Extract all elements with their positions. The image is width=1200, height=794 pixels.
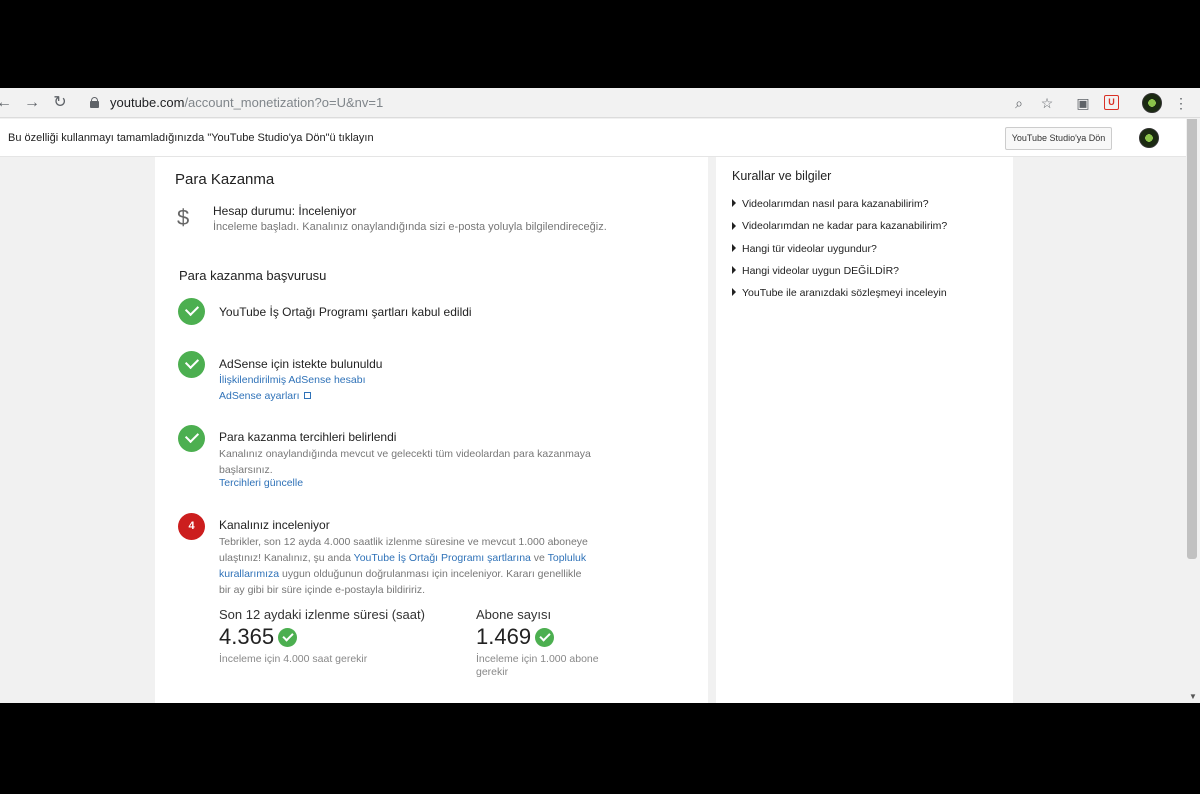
adsense-settings-link[interactable]: AdSense ayarları — [219, 390, 311, 402]
help-topic-item[interactable]: Videolarımdan ne kadar para kazanabiliri… — [732, 220, 947, 242]
triangle-icon — [732, 221, 736, 230]
metric-row: 4.365 — [219, 624, 439, 650]
metric-row: 1.469 — [476, 624, 606, 650]
ypp-terms-link[interactable]: YouTube İş Ortağı Programı şartlarına — [354, 552, 531, 564]
triangle-icon — [732, 288, 736, 297]
scrollbar-thumb[interactable] — [1187, 119, 1197, 559]
monetization-card: Para Kazanma $ Hesap durumu: İnceleniyor… — [155, 157, 708, 703]
shield-icon[interactable]: U — [1104, 95, 1119, 110]
info-bar-text: Bu özelliği kullanmayı tamamladığınızda … — [8, 132, 374, 144]
url-path: /account_monetization?o=U&nv=1 — [184, 95, 384, 110]
help-topic-item[interactable]: Hangi videolar uygun DEĞİLDİR? — [732, 265, 947, 287]
update-preferences-link[interactable]: Tercihleri güncelle — [219, 477, 303, 489]
metric-note: İnceleme için 1.000 abone gerekir — [476, 653, 599, 678]
scroll-down-arrow-icon[interactable]: ▼ — [1189, 692, 1197, 701]
url-text[interactable]: youtube.com/account_monetization?o=U&nv=… — [110, 95, 383, 110]
triangle-icon — [732, 266, 736, 275]
help-topic-label: Videolarımdan ne kadar para kazanabiliri… — [742, 220, 948, 233]
help-topic-item[interactable]: Videolarımdan nasıl para kazanabilirim? — [732, 198, 947, 220]
extension-icon[interactable]: ▣ — [1074, 94, 1092, 112]
subscriber-metric: Abone sayısı 1.469 İnceleme için 1.000 a… — [476, 607, 606, 679]
menu-icon[interactable]: ⋮ — [1172, 94, 1190, 112]
back-arrow-icon[interactable]: ← — [0, 93, 14, 113]
zoom-icon[interactable]: ⌕ — [1010, 94, 1028, 112]
check-icon — [278, 627, 298, 647]
help-topic-list: Videolarımdan nasıl para kazanabilirim? … — [732, 198, 947, 309]
info-bar: Bu özelliği kullanmayı tamamladığınızda … — [0, 119, 1200, 157]
step-title: YouTube İş Ortağı Programı şartları kabu… — [219, 305, 472, 319]
side-title: Kurallar ve bilgiler — [732, 169, 832, 183]
metric-value: 4.365 — [219, 624, 275, 649]
dollar-icon: $ — [177, 205, 190, 230]
check-icon — [178, 298, 205, 325]
profile-avatar[interactable] — [1142, 93, 1162, 113]
forward-arrow-icon[interactable]: → — [22, 93, 42, 113]
page-scrollbar[interactable]: ▼ — [1186, 119, 1200, 703]
watch-time-metric: Son 12 aydaki izlenme süresi (saat) 4.36… — [219, 607, 439, 666]
account-status-description: İnceleme başladı. Kanalınız onaylandığın… — [213, 221, 607, 233]
help-topic-item[interactable]: YouTube ile aranızdaki sözleşmeyi incele… — [732, 287, 947, 309]
return-to-studio-button[interactable]: YouTube Studio'ya Dön — [1005, 127, 1112, 150]
help-topic-label: Hangi tür videolar uygundur? — [742, 242, 877, 255]
step-title: AdSense için istekte bulunuldu — [219, 357, 383, 371]
triangle-icon — [732, 199, 736, 208]
help-topic-item[interactable]: Hangi tür videolar uygundur? — [732, 243, 947, 265]
reload-icon[interactable]: ↻ — [50, 93, 70, 113]
external-link-icon — [303, 392, 311, 399]
check-icon — [535, 627, 555, 647]
review-text-part: ve — [530, 552, 548, 564]
lock-icon — [90, 97, 99, 108]
help-topic-label: Hangi videolar uygun DEĞİLDİR? — [742, 264, 899, 277]
page-title: Para Kazanma — [175, 171, 275, 188]
address-bar[interactable]: youtube.com/account_monetization?o=U&nv=… — [82, 92, 1122, 114]
browser-window: ← → ↻ youtube.com/account_monetization?o… — [0, 88, 1200, 703]
linked-adsense-account-link[interactable]: İlişkilendirilmiş AdSense hesabı — [219, 374, 366, 386]
star-icon[interactable]: ☆ — [1038, 94, 1056, 112]
step-number-badge: 4 — [178, 513, 205, 540]
metric-value: 1.469 — [476, 624, 532, 649]
step-description: Kanalınız onaylandığında mevcut ve gelec… — [219, 448, 591, 476]
help-topic-label: YouTube ile aranızdaki sözleşmeyi incele… — [742, 287, 947, 300]
browser-toolbar: ← → ↻ youtube.com/account_monetization?o… — [0, 88, 1200, 118]
application-section-title: Para kazanma başvurusu — [179, 268, 327, 283]
url-host: youtube.com — [110, 95, 185, 110]
channel-avatar[interactable] — [1139, 128, 1159, 148]
rules-info-card: Kurallar ve bilgiler Videolarımdan nasıl… — [716, 157, 1013, 703]
metric-label: Abone sayısı — [476, 607, 552, 622]
account-status-title: Hesap durumu: İnceleniyor — [213, 204, 357, 218]
help-topic-label: Videolarımdan nasıl para kazanabilirim? — [742, 198, 929, 210]
step-title: Para kazanma tercihleri belirlendi — [219, 430, 397, 444]
metric-note: İnceleme için 4.000 saat gerekir — [219, 653, 368, 665]
triangle-icon — [732, 243, 736, 252]
metric-label: Son 12 aydaki izlenme süresi (saat) — [219, 607, 425, 622]
check-icon — [178, 425, 205, 452]
step-title: Kanalınız inceleniyor — [219, 518, 330, 532]
adsense-settings-label: AdSense ayarları — [219, 390, 300, 402]
step-description: Tebrikler, son 12 ayda 4.000 saatlik izl… — [219, 534, 594, 598]
check-icon — [178, 351, 205, 378]
